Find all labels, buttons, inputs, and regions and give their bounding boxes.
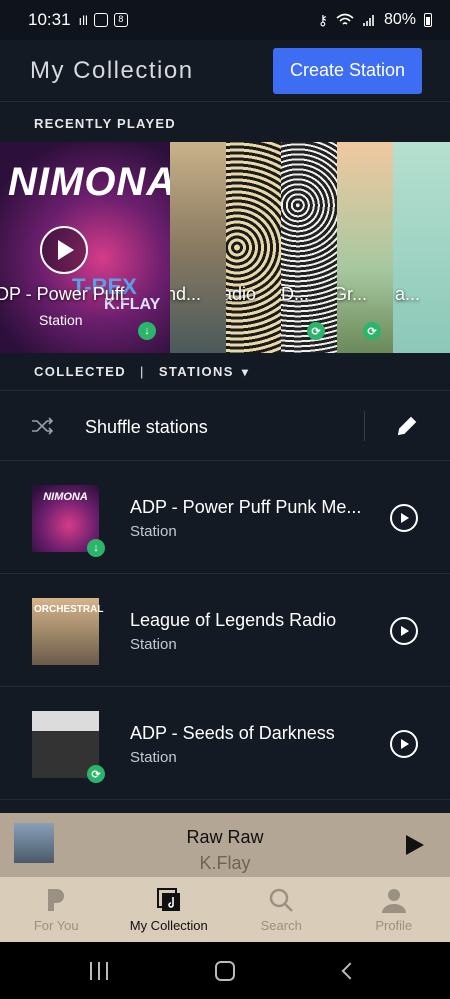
now-playing-title: Raw Raw: [186, 827, 264, 847]
key-icon: ⚷: [317, 11, 328, 28]
tile-label: D...: [281, 284, 310, 304]
recent-tile-4[interactable]: D... ⟳: [281, 142, 337, 353]
station-art: ORCHESTRAL: [32, 598, 104, 665]
recently-played-label: RECENTLY PLAYED: [34, 116, 176, 131]
profile-icon: [381, 889, 406, 913]
tab-label: For You: [33, 918, 79, 933]
tab-bar: For You My Collection Search Profile: [0, 877, 450, 942]
tile-label: DP - Power Puff: [0, 284, 125, 304]
edit-icon[interactable]: [396, 415, 418, 437]
play-icon: [401, 739, 409, 749]
album-art-title: NIMONA: [8, 160, 170, 204]
station-title: League of Legends Radio: [130, 610, 337, 630]
tile-label: nd...: [170, 284, 202, 304]
station-row[interactable]: ⟳ ADP - Seeds of Darkness Station: [0, 687, 450, 800]
home-icon[interactable]: [215, 961, 235, 981]
tile-label: adio: [226, 284, 257, 304]
now-playing-bar[interactable]: Raw Raw K.Flay: [0, 813, 450, 877]
station-art-text: NIMONA: [43, 491, 88, 503]
filter-separator: |: [140, 364, 145, 379]
shuffle-icon: [32, 417, 54, 435]
shuffle-stations-label[interactable]: Shuffle stations: [85, 417, 208, 438]
tab-label: Search: [260, 918, 302, 933]
station-play-button[interactable]: [390, 504, 418, 532]
station-subtitle: Station: [130, 636, 177, 653]
tab-for-you[interactable]: For You: [0, 877, 113, 942]
play-button[interactable]: [40, 226, 88, 274]
tile-label: a...: [395, 284, 421, 304]
recent-tile-6[interactable]: a...: [393, 142, 450, 353]
station-play-button[interactable]: [390, 730, 418, 758]
chevron-down-icon[interactable]: ▾: [242, 365, 249, 379]
recents-icon[interactable]: [90, 962, 108, 980]
divider: [364, 411, 365, 441]
station-art-text: ORCHESTRAL: [34, 604, 104, 615]
tab-my-collection[interactable]: My Collection: [113, 877, 226, 942]
station-subtitle: Station: [130, 523, 177, 540]
station-row[interactable]: ORCHESTRAL League of Legends Radio Stati…: [0, 574, 450, 687]
station-subtitle: Station: [130, 749, 177, 766]
station-play-button[interactable]: [390, 617, 418, 645]
back-icon[interactable]: [341, 962, 359, 980]
collection-icon: [156, 888, 180, 911]
collection-filter: COLLECTED | STATIONS ▾: [0, 353, 450, 391]
system-nav-bar: [0, 942, 450, 999]
signal-icon: [363, 15, 374, 26]
vibrate-icon: ıll: [78, 12, 88, 28]
recent-tile-5[interactable]: Gr... ⟳: [337, 142, 393, 353]
status-time: 10:31: [28, 10, 71, 29]
download-icon: ↓: [138, 322, 156, 340]
sync-icon: ⟳: [307, 322, 325, 340]
recently-played-carousel[interactable]: NIMONA T-REX K.FLAY DP - Power Puff Stat…: [0, 142, 450, 353]
tab-label: My Collection: [129, 918, 208, 933]
tab-profile[interactable]: Profile: [338, 877, 450, 942]
tile-sub: Station: [39, 312, 83, 328]
station-art: NIMONA ↓: [32, 485, 105, 557]
instagram-icon: [93, 13, 108, 27]
header: My Collection Create Station: [0, 40, 450, 102]
tab-label: Profile: [375, 918, 413, 933]
shuffle-row[interactable]: Shuffle stations: [0, 391, 450, 461]
station-title: ADP - Power Puff Punk Me...: [130, 497, 362, 517]
tab-search[interactable]: Search: [225, 877, 338, 942]
recent-tile-2[interactable]: nd...: [170, 142, 226, 353]
download-icon: ↓: [87, 539, 105, 557]
create-station-button[interactable]: Create Station: [273, 47, 422, 94]
tile-label: Gr...: [337, 284, 368, 304]
recent-tile-1[interactable]: NIMONA T-REX K.FLAY DP - Power Puff Stat…: [0, 142, 170, 353]
page-title: My Collection: [30, 56, 194, 84]
search-icon: [270, 888, 294, 912]
wifi-icon: [336, 13, 354, 25]
play-icon: [401, 626, 409, 636]
notification-icons: ıll 8: [79, 13, 128, 28]
recent-tile-3[interactable]: adio: [226, 142, 281, 353]
sync-icon: ⟳: [363, 322, 381, 340]
stations-dropdown[interactable]: STATIONS: [159, 364, 234, 379]
station-row[interactable]: NIMONA ↓ ADP - Power Puff Punk Me... Sta…: [0, 461, 450, 574]
sync-icon: ⟳: [87, 765, 105, 783]
play-icon[interactable]: [406, 835, 424, 855]
collected-label: COLLECTED: [34, 364, 127, 379]
station-art: ⟳: [32, 711, 105, 783]
calendar-icon: 8: [113, 13, 128, 27]
status-bar: 10:31 ıll 8 ⚷ 80%: [0, 0, 450, 40]
play-icon: [401, 513, 409, 523]
pandora-p-icon: [48, 889, 65, 911]
battery-text: 80%: [383, 11, 416, 28]
play-icon: [58, 240, 74, 260]
system-icons: ⚷ 80%: [318, 11, 432, 29]
now-playing-artist: K.Flay: [199, 853, 251, 873]
station-title: ADP - Seeds of Darkness: [130, 723, 335, 743]
battery-icon: [424, 13, 432, 27]
